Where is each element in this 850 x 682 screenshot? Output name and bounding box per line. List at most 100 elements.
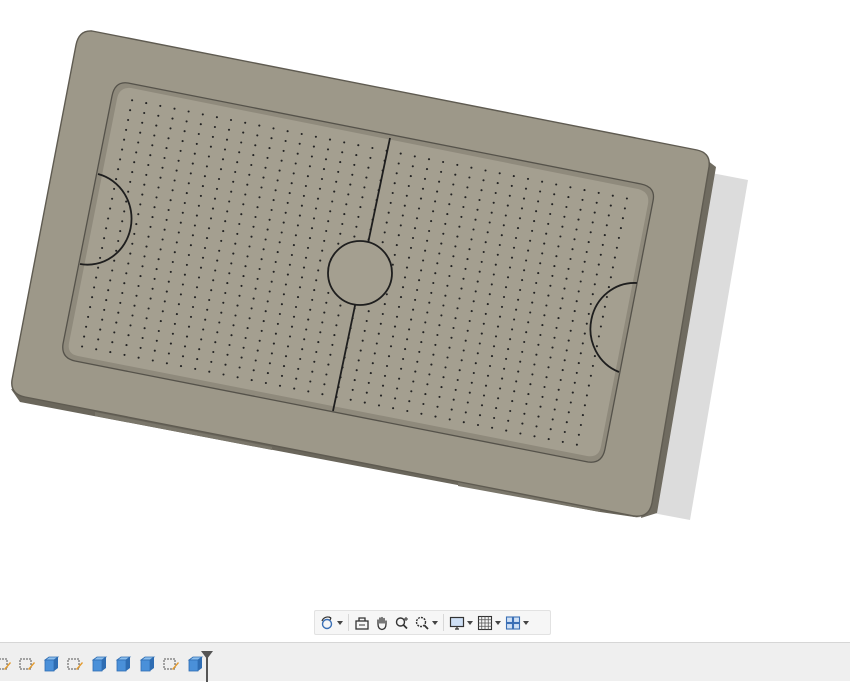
orbit-dropdown-caret[interactable] (337, 620, 343, 625)
air-hole (210, 360, 213, 363)
air-hole (551, 274, 554, 277)
air-hole (165, 362, 168, 365)
air-hole (212, 350, 215, 354)
air-hole (446, 284, 449, 287)
air-hole (468, 176, 471, 179)
orbit-button[interactable] (318, 612, 344, 633)
timeline-sketch-item[interactable] (162, 656, 180, 672)
grid-snaps-dropdown-caret[interactable] (495, 620, 501, 625)
pan-button[interactable] (373, 612, 391, 633)
air-hole (308, 237, 312, 240)
air-hole (240, 356, 243, 359)
air-hole (535, 210, 538, 213)
air-hole (276, 179, 279, 182)
air-hole (276, 322, 279, 325)
air-hole (593, 283, 596, 286)
air-hole (185, 335, 189, 338)
air-hole (175, 313, 178, 316)
air-hole (535, 425, 538, 428)
timeline-marker-icon[interactable] (200, 651, 214, 682)
air-hole (155, 339, 158, 342)
air-hole (248, 245, 251, 248)
air-hole (474, 290, 477, 293)
air-hole (579, 208, 582, 211)
air-hole (167, 352, 170, 355)
air-hole (450, 336, 453, 339)
air-hole (482, 179, 485, 182)
display-settings-dropdown-caret[interactable] (467, 620, 473, 625)
timeline-extrude-item[interactable] (114, 656, 132, 672)
air-hole (99, 328, 102, 331)
air-hole (567, 196, 570, 199)
air-hole (464, 196, 467, 199)
air-hole (113, 259, 116, 262)
air-hole (191, 162, 194, 165)
air-hole (406, 338, 409, 341)
model-canvas[interactable] (0, 0, 850, 640)
air-hole (230, 334, 233, 337)
air-hole (125, 200, 128, 203)
air-hole (207, 227, 211, 230)
timeline-extrude-item[interactable] (42, 656, 60, 672)
air-hole (422, 331, 425, 334)
air-hole (183, 345, 187, 348)
air-hole (456, 307, 459, 310)
grid-snaps-button[interactable] (476, 612, 502, 633)
air-hole (440, 314, 443, 317)
air-hole (405, 194, 408, 197)
air-hole (413, 155, 416, 158)
air-hole (500, 305, 504, 308)
air-hole (418, 350, 421, 353)
air-hole (159, 104, 162, 107)
air-hole (319, 331, 322, 334)
air-hole (117, 239, 120, 243)
air-hole (210, 289, 213, 292)
air-hole (448, 346, 451, 349)
air-hole (583, 189, 586, 192)
air-hole (341, 222, 344, 226)
air-hole (535, 353, 538, 356)
zoom-button[interactable] (393, 612, 411, 633)
air-hole (452, 255, 455, 258)
timeline-extrude-item[interactable] (90, 656, 108, 672)
viewports-button[interactable] (504, 612, 530, 633)
timeline-sketch-item[interactable] (66, 656, 84, 672)
air-hole (569, 401, 572, 404)
air-hole (504, 286, 508, 289)
air-hole (147, 163, 150, 167)
air-hole (129, 324, 132, 327)
air-hole (416, 288, 419, 292)
air-hole (551, 203, 554, 206)
air-hole (113, 187, 116, 190)
air-hole (335, 324, 338, 327)
air-hole (224, 291, 227, 295)
viewports-dropdown-caret[interactable] (523, 620, 529, 625)
air-hole (163, 228, 166, 231)
timeline-sketch-item[interactable] (18, 656, 36, 672)
air-hole (125, 344, 128, 347)
air-hole (165, 290, 168, 293)
air-hole (224, 220, 227, 223)
air-hole (535, 281, 538, 285)
air-hole (367, 381, 370, 384)
air-hole (123, 210, 126, 213)
air-hole (462, 277, 465, 280)
extrude-feature-icon (91, 656, 108, 672)
zoom-window-button[interactable] (413, 612, 439, 633)
air-hole (539, 405, 542, 408)
timeline-sketch-item[interactable] (0, 656, 12, 672)
display-settings-button[interactable] (448, 612, 474, 633)
timeline-extrude-item[interactable] (138, 656, 156, 672)
air-hole (272, 199, 275, 202)
air-hole (230, 262, 233, 265)
air-hole (462, 349, 465, 352)
air-hole (203, 246, 207, 250)
air-hole (129, 180, 132, 183)
zoom-window-dropdown-caret[interactable] (432, 620, 438, 625)
air-hole (325, 301, 328, 304)
3d-viewport[interactable] (0, 0, 850, 640)
look-at-button[interactable] (353, 612, 371, 633)
air-hole (221, 158, 225, 161)
air-hole (491, 426, 494, 429)
air-hole (151, 359, 154, 362)
